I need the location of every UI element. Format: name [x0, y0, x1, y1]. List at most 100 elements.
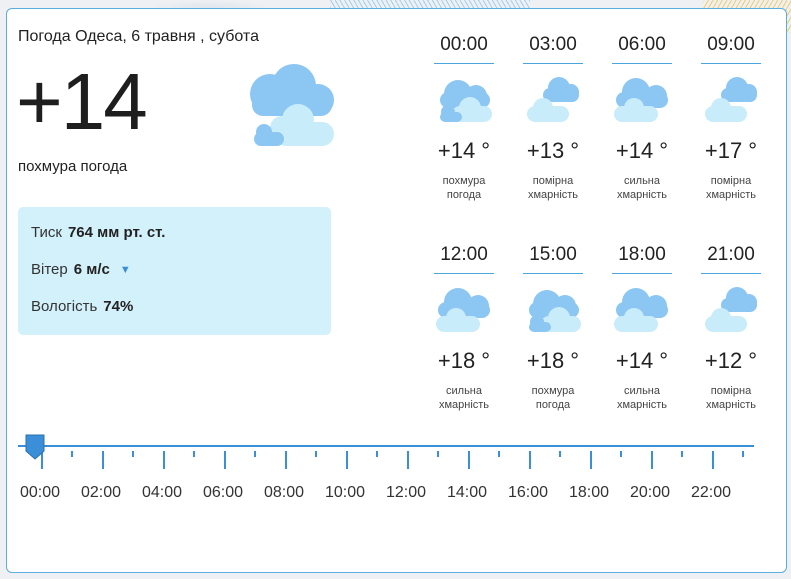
slider-handle[interactable] — [24, 433, 46, 461]
forecast-time: 09:00 — [707, 34, 755, 55]
forecast-temperature: +14 ° — [437, 138, 491, 163]
wind-direction-down-icon: ▼ — [119, 264, 131, 276]
background-decoration-stripes — [330, 0, 530, 8]
slider-tick — [529, 451, 531, 469]
cloudy-icon — [614, 78, 668, 122]
timeline-label[interactable]: 02:00 — [71, 484, 131, 502]
humidity-row: Вологість 74% — [31, 295, 318, 332]
partly-cloudy-icon — [527, 77, 579, 122]
current-temperature: +14 — [16, 57, 148, 146]
slider-tick — [315, 451, 317, 457]
divider — [523, 63, 583, 64]
slider-tick — [742, 451, 744, 457]
page-title: Погода Одеса, 6 травня , субота — [18, 28, 259, 45]
timeline-label[interactable]: 04:00 — [132, 484, 192, 502]
timeline-label[interactable]: 20:00 — [620, 484, 680, 502]
timeline-label[interactable]: 08:00 — [254, 484, 314, 502]
humidity-value: 74% — [103, 298, 134, 315]
timeline-label[interactable]: 22:00 — [681, 484, 741, 502]
slider-tick — [132, 451, 134, 457]
slider-tick — [285, 451, 287, 469]
slider-tick — [163, 451, 165, 469]
forecast-slot[interactable]: 03:00 +13 ° помірна хмарність — [523, 33, 583, 202]
forecast-time: 21:00 — [707, 244, 755, 265]
forecast-description: сильна хмарність — [438, 385, 490, 411]
forecast-temperature: +12 ° — [704, 348, 758, 373]
slider-tick — [437, 451, 439, 457]
forecast-temperature: +13 ° — [526, 138, 580, 163]
slider-tick — [468, 451, 470, 469]
humidity-label: Вологість — [31, 298, 98, 315]
slider-track[interactable] — [18, 445, 754, 447]
forecast-temperature: +17 ° — [704, 138, 758, 163]
divider — [434, 273, 494, 274]
forecast-slot[interactable]: 06:00 +14 ° сильна хмарність — [612, 33, 672, 202]
forecast-slot[interactable]: 21:00 +12 ° помірна хмарність — [701, 243, 761, 412]
forecast-slot[interactable]: 18:00 +14 ° сильна хмарність — [612, 243, 672, 412]
timeline-label[interactable]: 00:00 — [10, 484, 70, 502]
slider-tick — [224, 451, 226, 469]
cloudy-icon — [614, 288, 668, 332]
slider-tick — [620, 451, 622, 457]
pressure-row: Тиск 764 мм рт. ст. — [31, 221, 318, 258]
timeline-label[interactable]: 18:00 — [559, 484, 619, 502]
forecast-time: 03:00 — [529, 34, 577, 55]
timeline-label[interactable]: 16:00 — [498, 484, 558, 502]
slider-tick — [651, 451, 653, 469]
wind-label: Вітер — [31, 261, 68, 278]
forecast-slot[interactable]: 09:00 +17 ° помірна хмарність — [701, 33, 761, 202]
divider — [701, 63, 761, 64]
timeline-label[interactable]: 06:00 — [193, 484, 253, 502]
forecast-temperature: +14 ° — [615, 138, 669, 163]
forecast-slot[interactable]: 00:00 +14 ° похмура погода — [434, 33, 494, 202]
forecast-description: похмура погода — [531, 385, 575, 411]
forecast-description: помірна хмарність — [705, 175, 757, 201]
forecast-temperature: +18 ° — [437, 348, 491, 373]
slider-tick — [102, 451, 104, 469]
divider — [612, 273, 672, 274]
forecast-description: сильна хмарність — [616, 175, 668, 201]
divider — [523, 273, 583, 274]
timeline-label[interactable]: 14:00 — [437, 484, 497, 502]
forecast-description: помірна хмарність — [705, 385, 757, 411]
forecast-time: 06:00 — [618, 34, 666, 55]
partly-cloudy-icon — [705, 287, 757, 332]
slider-tick — [590, 451, 592, 469]
slider-tick — [559, 451, 561, 457]
forecast-slot[interactable]: 12:00 +18 ° сильна хмарність — [434, 243, 494, 412]
cloudy-icon — [250, 64, 334, 146]
slider-tick — [712, 451, 714, 469]
slider-tick — [407, 451, 409, 469]
weather-details-panel: Тиск 764 мм рт. ст. Вітер 6 м/с ▼ Вологість… — [18, 207, 331, 335]
forecast-description: похмура погода — [442, 175, 486, 201]
forecast-description: сильна хмарність — [616, 385, 668, 411]
divider — [434, 63, 494, 64]
pressure-label: Тиск — [31, 224, 62, 241]
forecast-temperature: +14 ° — [615, 348, 669, 373]
forecast-temperature: +18 ° — [526, 348, 580, 373]
current-condition: похмура погода — [18, 158, 128, 175]
forecast-time: 15:00 — [529, 244, 577, 265]
partly-cloudy-icon — [705, 77, 757, 122]
slider-tick — [498, 451, 500, 457]
divider — [701, 273, 761, 274]
divider — [612, 63, 672, 64]
cloudy-icon — [436, 288, 490, 332]
slider-tick — [71, 451, 73, 457]
slider-tick — [254, 451, 256, 457]
wind-value: 6 м/с — [73, 261, 110, 278]
timeline-label[interactable]: 12:00 — [376, 484, 436, 502]
slider-tick — [376, 451, 378, 457]
slider-tick — [346, 451, 348, 469]
slider-tick — [193, 451, 195, 457]
overcast-icon — [440, 80, 492, 122]
time-slider[interactable] — [18, 434, 754, 473]
pressure-value: 764 мм рт. ст. — [67, 224, 166, 241]
slider-tick — [681, 451, 683, 457]
forecast-time: 12:00 — [440, 244, 488, 265]
timeline-label[interactable]: 10:00 — [315, 484, 375, 502]
forecast-time: 00:00 — [440, 34, 488, 55]
forecast-slot[interactable]: 15:00 +18 ° похмура погода — [523, 243, 583, 412]
overcast-icon — [529, 290, 581, 332]
forecast-description: помірна хмарність — [527, 175, 579, 201]
